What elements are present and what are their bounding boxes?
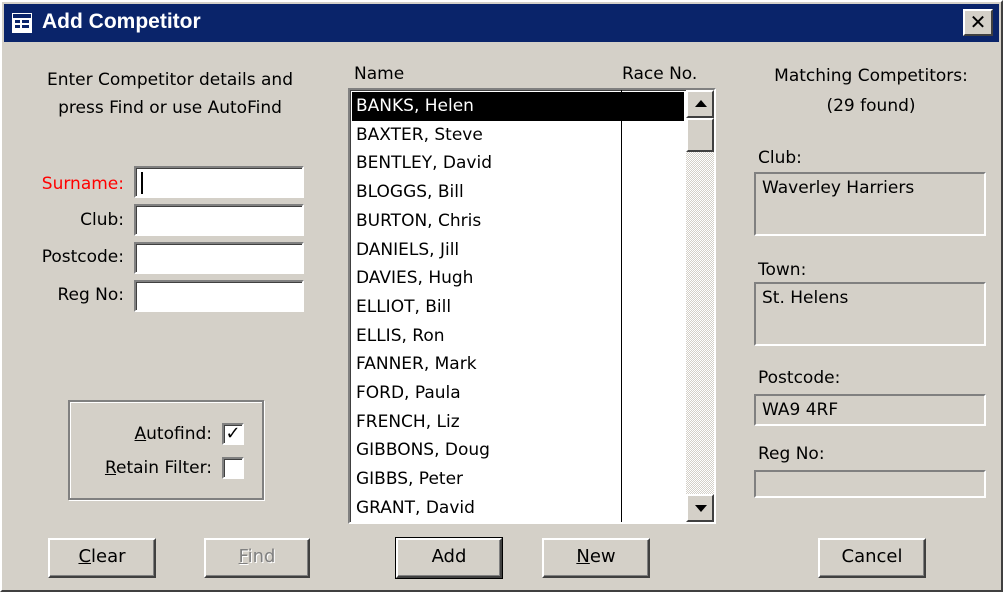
list-item[interactable]: ELLIS, Ron xyxy=(352,322,684,351)
close-button[interactable]: ✕ xyxy=(963,9,993,36)
list-item[interactable]: BAXTER, Steve xyxy=(352,121,684,150)
regno-input[interactable] xyxy=(134,280,304,312)
match-regno-value xyxy=(754,470,986,498)
competitor-name: GIBBONS, Doug xyxy=(356,440,490,461)
scroll-up-button[interactable] xyxy=(686,90,714,118)
clear-button[interactable]: Clear xyxy=(48,538,156,578)
autofind-label: Autofind: xyxy=(134,424,212,444)
instructions-line-1: Enter Competitor details and xyxy=(47,70,293,90)
match-postcode-label: Postcode: xyxy=(758,368,841,388)
list-item[interactable]: GIBBS, Peter xyxy=(352,465,684,494)
window-title: Add Competitor xyxy=(42,10,201,33)
surname-label: Surname: xyxy=(41,174,124,194)
list-item[interactable]: BLOGGS, Bill xyxy=(352,178,684,207)
club-input[interactable] xyxy=(134,204,304,236)
autofind-checkbox[interactable]: ✓ xyxy=(222,423,244,445)
list-item[interactable]: ELLIOT, Bill xyxy=(352,293,684,322)
checkmark-icon: ✓ xyxy=(225,423,241,444)
add-button[interactable]: Add xyxy=(395,537,503,579)
scroll-thumb[interactable] xyxy=(686,118,714,152)
list-item[interactable]: FANNER, Mark xyxy=(352,350,684,379)
options-group xyxy=(68,400,264,500)
column-header-race-no: Race No. xyxy=(622,64,698,84)
competitor-name: ELLIOT, Bill xyxy=(356,296,452,317)
competitor-name: FRENCH, Liz xyxy=(356,411,460,432)
list-item[interactable]: DAVIES, Hugh xyxy=(352,264,684,293)
add-competitor-dialog: Add Competitor ✕ Enter Competitor detail… xyxy=(0,0,1003,592)
competitor-list[interactable]: BANKS, Helen BAXTER, Steve BENTLEY, David B… xyxy=(348,88,716,524)
competitor-name: DAVIES, Hugh xyxy=(356,268,474,289)
competitor-name: BANKS, Helen xyxy=(356,96,474,116)
list-item[interactable]: BURTON, Chris xyxy=(352,207,684,236)
arrow-up-icon xyxy=(695,100,707,107)
postcode-label: Postcode: xyxy=(41,247,124,267)
list-item[interactable]: BENTLEY, David xyxy=(352,149,684,178)
match-club-value: Waverley Harriers xyxy=(754,172,986,236)
competitor-name: FANNER, Mark xyxy=(356,354,477,375)
matching-heading: Matching Competitors: xyxy=(774,66,968,86)
column-header-name: Name xyxy=(354,64,405,84)
new-button[interactable]: New xyxy=(542,538,650,578)
instructions-line-2: press Find or use AutoFind xyxy=(58,98,282,118)
cancel-button[interactable]: Cancel xyxy=(818,538,926,578)
competitor-name: BURTON, Chris xyxy=(356,210,482,231)
match-town-label: Town: xyxy=(758,260,807,280)
match-club-label: Club: xyxy=(758,148,802,168)
match-regno-label: Reg No: xyxy=(758,444,825,464)
list-item[interactable]: GRANT, David xyxy=(352,494,684,522)
retain-filter-label: Retain Filter: xyxy=(104,458,212,478)
matching-count: (29 found) xyxy=(826,96,916,116)
competitor-name: GRANT, David xyxy=(356,497,475,518)
match-town-value: St. Helens xyxy=(754,282,986,346)
close-icon: ✕ xyxy=(969,10,987,34)
surname-input[interactable] xyxy=(134,166,304,198)
competitor-name: ELLIS, Ron xyxy=(356,325,445,346)
competitor-name: BLOGGS, Bill xyxy=(356,182,464,203)
find-button[interactable]: Find xyxy=(204,538,310,578)
regno-label: Reg No: xyxy=(57,285,124,305)
arrow-down-icon xyxy=(695,505,707,512)
retain-filter-checkbox[interactable] xyxy=(222,457,244,479)
postcode-input[interactable] xyxy=(134,242,304,274)
vertical-scrollbar[interactable] xyxy=(686,90,714,522)
list-item[interactable]: GIBBONS, Doug xyxy=(352,436,684,465)
title-bar: Add Competitor ✕ xyxy=(4,4,999,42)
competitor-name: GIBBS, Peter xyxy=(356,469,464,490)
list-item[interactable]: FRENCH, Liz xyxy=(352,408,684,437)
list-item[interactable]: BANKS, Helen xyxy=(352,92,684,121)
list-item[interactable]: FORD, Paula xyxy=(352,379,684,408)
competitor-name: FORD, Paula xyxy=(356,383,461,403)
competitor-name: BENTLEY, David xyxy=(356,153,492,174)
form-icon xyxy=(12,13,32,33)
competitor-name: BAXTER, Steve xyxy=(356,124,483,145)
scroll-down-button[interactable] xyxy=(686,494,714,522)
club-label: Club: xyxy=(80,210,124,230)
text-caret xyxy=(141,172,143,194)
list-item[interactable]: DANIELS, Jill xyxy=(352,236,684,265)
match-postcode-value: WA9 4RF xyxy=(754,394,986,426)
column-separator xyxy=(621,90,622,522)
competitor-name: DANIELS, Jill xyxy=(356,239,460,260)
